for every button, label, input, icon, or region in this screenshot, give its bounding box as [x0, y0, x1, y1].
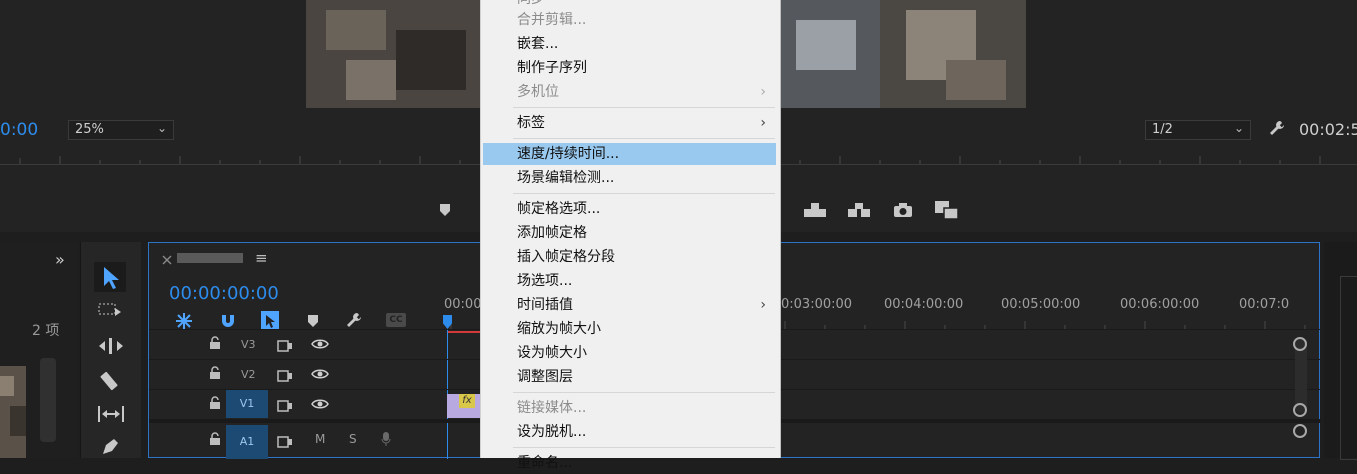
- microphone-icon[interactable]: [381, 431, 391, 451]
- menu-item-rename[interactable]: 重命名...: [483, 452, 776, 474]
- ruler-label: 00:05:00:00: [1001, 297, 1081, 312]
- panel-menu-icon[interactable]: ≡: [255, 249, 268, 267]
- eye-icon[interactable]: [311, 396, 329, 415]
- zoom-level-select[interactable]: 25% ⌄: [68, 120, 174, 140]
- resolution-value: 1/2: [1152, 122, 1173, 137]
- menu-separator: [513, 107, 775, 108]
- menu-item-multicam[interactable]: 多机位 ›: [483, 81, 776, 103]
- menu-item-speed-duration[interactable]: 速度/持续时间...: [483, 143, 776, 165]
- extract-icon[interactable]: [846, 202, 872, 222]
- eye-icon[interactable]: [311, 366, 329, 385]
- menu-item-adjustment-layer[interactable]: 调整图层: [483, 366, 776, 388]
- menu-item-add-frame-hold[interactable]: 添加帧定格: [483, 222, 776, 244]
- menu-item-merge-clips[interactable]: 合并剪辑...: [483, 9, 776, 31]
- ruler-label: 00:07:0: [1239, 297, 1290, 312]
- menu-item-scale-to-frame-size[interactable]: 缩放为帧大小: [483, 318, 776, 340]
- track-select-tool[interactable]: [97, 300, 123, 324]
- sync-lock-icon[interactable]: [277, 367, 293, 386]
- submenu-arrow-icon: ›: [760, 297, 766, 313]
- fx-badge: fx: [459, 394, 475, 408]
- pen-tool[interactable]: [99, 436, 121, 462]
- menu-separator: [513, 193, 775, 194]
- lock-icon[interactable]: [209, 335, 221, 354]
- menu-separator: [513, 447, 775, 448]
- playback-resolution-select[interactable]: 1/2 ⌄: [1145, 120, 1251, 140]
- track-label-v2[interactable]: V2: [241, 368, 256, 381]
- close-icon[interactable]: [161, 251, 173, 270]
- ruler-label: 00:00: [444, 297, 482, 312]
- duration-timecode: 00:02:5: [1299, 120, 1357, 139]
- menu-item-make-offline[interactable]: 设为脱机...: [483, 421, 776, 443]
- video-clip[interactable]: fx: [447, 394, 481, 418]
- scrollbar[interactable]: [40, 358, 56, 442]
- sequence-timecode[interactable]: 00:00:00:00: [169, 283, 279, 304]
- zoom-level-value: 25%: [75, 122, 104, 137]
- submenu-arrow-icon: ›: [760, 84, 766, 100]
- clip-thumbnail[interactable]: [0, 366, 26, 458]
- menu-separator: [513, 138, 775, 139]
- slip-tool[interactable]: [96, 404, 126, 428]
- sync-lock-icon[interactable]: [277, 337, 293, 356]
- camera-icon[interactable]: [892, 202, 914, 222]
- lock-icon[interactable]: [209, 395, 221, 414]
- eye-icon[interactable]: [311, 336, 329, 355]
- wrench-icon[interactable]: [1266, 119, 1288, 141]
- mute-button[interactable]: M: [315, 432, 325, 446]
- lock-icon[interactable]: [209, 365, 221, 384]
- track-target-a1[interactable]: A1: [226, 425, 268, 459]
- audio-scroll-handle[interactable]: [1293, 424, 1307, 438]
- chevron-down-icon: ⌄: [1233, 121, 1244, 135]
- playhead-timecode[interactable]: 0:00: [0, 120, 38, 140]
- track-target-v1[interactable]: V1: [226, 390, 268, 418]
- audio-meter-panel: [1324, 242, 1357, 460]
- ruler-label: 0:03:00:00: [781, 297, 853, 312]
- track-label-v3[interactable]: V3: [241, 338, 256, 351]
- selection-tool[interactable]: [94, 262, 126, 292]
- menu-item-insert-frame-hold-segment[interactable]: 插入帧定格分段: [483, 246, 776, 268]
- scroll-handle-top[interactable]: [1293, 337, 1307, 351]
- audio-meter: [1340, 276, 1357, 460]
- submenu-arrow-icon: ›: [760, 115, 766, 131]
- menu-item-frame-hold-options[interactable]: 帧定格选项...: [483, 198, 776, 220]
- ripple-edit-tool[interactable]: [97, 336, 125, 360]
- ruler-label: 00:04:00:00: [884, 297, 964, 312]
- export-frame-icon[interactable]: [934, 200, 960, 224]
- menu-item-field-options[interactable]: 场选项...: [483, 270, 776, 292]
- chevron-down-icon: ⌄: [156, 121, 167, 135]
- item-count: 2 项: [32, 323, 60, 339]
- project-panel: » 2 项: [0, 242, 78, 458]
- context-menu: 同步 合并剪辑... 嵌套... 制作子序列 多机位› 标签› 速度/持续时间.…: [480, 0, 781, 471]
- ruler-label: 00:06:00:00: [1120, 297, 1200, 312]
- scroll-handle-bottom[interactable]: [1293, 403, 1307, 417]
- lock-icon[interactable]: [209, 431, 221, 450]
- tools-panel: [80, 242, 141, 458]
- sync-lock-icon[interactable]: [277, 397, 293, 416]
- menu-item-label[interactable]: 标签 ›: [483, 112, 776, 134]
- menu-item-scene-edit-detection[interactable]: 场景编辑检测...: [483, 167, 776, 189]
- menu-item-make-subsequence[interactable]: 制作子序列: [483, 57, 776, 79]
- sequence-name-tab[interactable]: [177, 253, 243, 263]
- razor-tool[interactable]: [99, 370, 121, 396]
- lift-icon[interactable]: [802, 202, 828, 222]
- solo-button[interactable]: S: [349, 432, 357, 446]
- double-chevron-right-icon[interactable]: »: [55, 250, 65, 269]
- sync-lock-icon[interactable]: [277, 433, 293, 452]
- menu-item-link-media[interactable]: 链接媒体...: [483, 397, 776, 419]
- menu-item-set-to-frame-size[interactable]: 设为帧大小: [483, 342, 776, 364]
- marker-icon[interactable]: [436, 202, 454, 221]
- menu-separator: [513, 392, 775, 393]
- captions-icon[interactable]: CC: [386, 313, 406, 327]
- menu-item-time-interpolation[interactable]: 时间插值 ›: [483, 294, 776, 316]
- menu-item-nest[interactable]: 嵌套...: [483, 33, 776, 55]
